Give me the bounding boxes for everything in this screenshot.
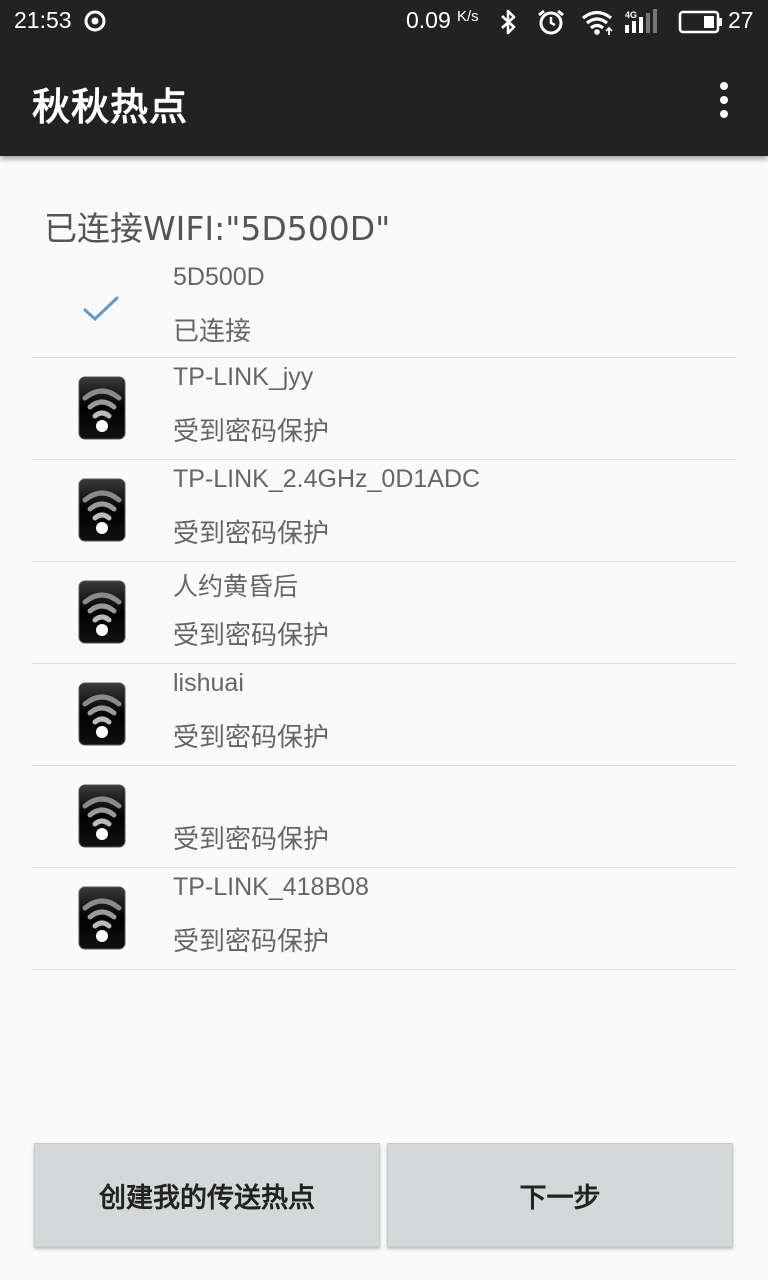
wifi-ssid: 5D500D — [173, 263, 265, 291]
wifi-item[interactable]: 受到密码保护 — [32, 766, 736, 868]
wifi-ssid: lishuai — [173, 669, 244, 697]
wifi-item[interactable]: TP-LINK_jyy 受到密码保护 — [32, 358, 736, 460]
wifi-status: 受到密码保护 — [173, 519, 330, 549]
wifi-ssid: TP-LINK_2.4GHz_0D1ADC — [173, 465, 481, 493]
alarm-icon — [538, 9, 564, 35]
wifi-locked-icon — [78, 478, 126, 542]
wifi-status: 受到密码保护 — [173, 927, 330, 957]
wifi-ssid: TP-LINK_jyy — [173, 363, 314, 391]
status-time: 21:53 — [14, 7, 72, 33]
net-speed-unit: K/s — [457, 8, 479, 25]
cell-signal-icon: 4G — [625, 9, 657, 33]
wifi-list: 5D500D 已连接 TP-LINK_jyy 受到密码保护 TP-LINK_2.… — [32, 258, 736, 970]
wifi-item[interactable]: TP-LINK_2.4GHz_0D1ADC 受到密码保护 — [32, 460, 736, 562]
wifi-status: 受到密码保护 — [173, 825, 330, 855]
network-type-label: 4G — [625, 10, 637, 20]
next-button[interactable]: 下一步 — [387, 1143, 733, 1247]
wifi-locked-icon — [78, 376, 126, 440]
wifi-locked-icon — [78, 580, 126, 644]
battery-icon — [678, 10, 722, 34]
wifi-locked-icon — [78, 886, 126, 950]
wifi-item[interactable]: TP-LINK_418B08 受到密码保护 — [32, 868, 736, 970]
bluetooth-icon — [501, 9, 516, 35]
menu-dot — [720, 110, 728, 118]
wifi-status: 已连接 — [173, 317, 252, 347]
net-speed: 0.09 — [406, 7, 451, 33]
wifi-item[interactable]: 人约黄昏后 受到密码保护 — [32, 562, 736, 664]
wifi-item-connected[interactable]: 5D500D 已连接 — [32, 258, 736, 358]
wifi-locked-icon — [78, 784, 126, 848]
menu-dot — [720, 96, 728, 104]
wifi-item[interactable]: lishuai 受到密码保护 — [32, 664, 736, 766]
wifi-status: 受到密码保护 — [173, 723, 330, 753]
wifi-signal-icon — [582, 10, 613, 35]
notification-icon — [84, 10, 106, 32]
connected-wifi-header: 已连接WIFI:"5D500D" — [44, 209, 391, 248]
wifi-status: 受到密码保护 — [173, 621, 330, 651]
check-icon — [83, 296, 119, 322]
overflow-menu-icon[interactable] — [706, 78, 742, 122]
wifi-status: 受到密码保护 — [173, 417, 330, 447]
wifi-ssid: TP-LINK_418B08 — [173, 873, 369, 901]
create-hotspot-button[interactable]: 创建我的传送热点 — [34, 1143, 380, 1247]
battery-level: 27 — [728, 7, 754, 33]
menu-dot — [720, 82, 728, 90]
app-bar: 秋秋热点 — [0, 44, 768, 156]
status-bar: 21:53 0.09 K/s 4G 27 — [0, 0, 768, 44]
wifi-locked-icon — [78, 682, 126, 746]
wifi-ssid: 人约黄昏后 — [173, 573, 299, 601]
app-title: 秋秋热点 — [32, 85, 189, 129]
